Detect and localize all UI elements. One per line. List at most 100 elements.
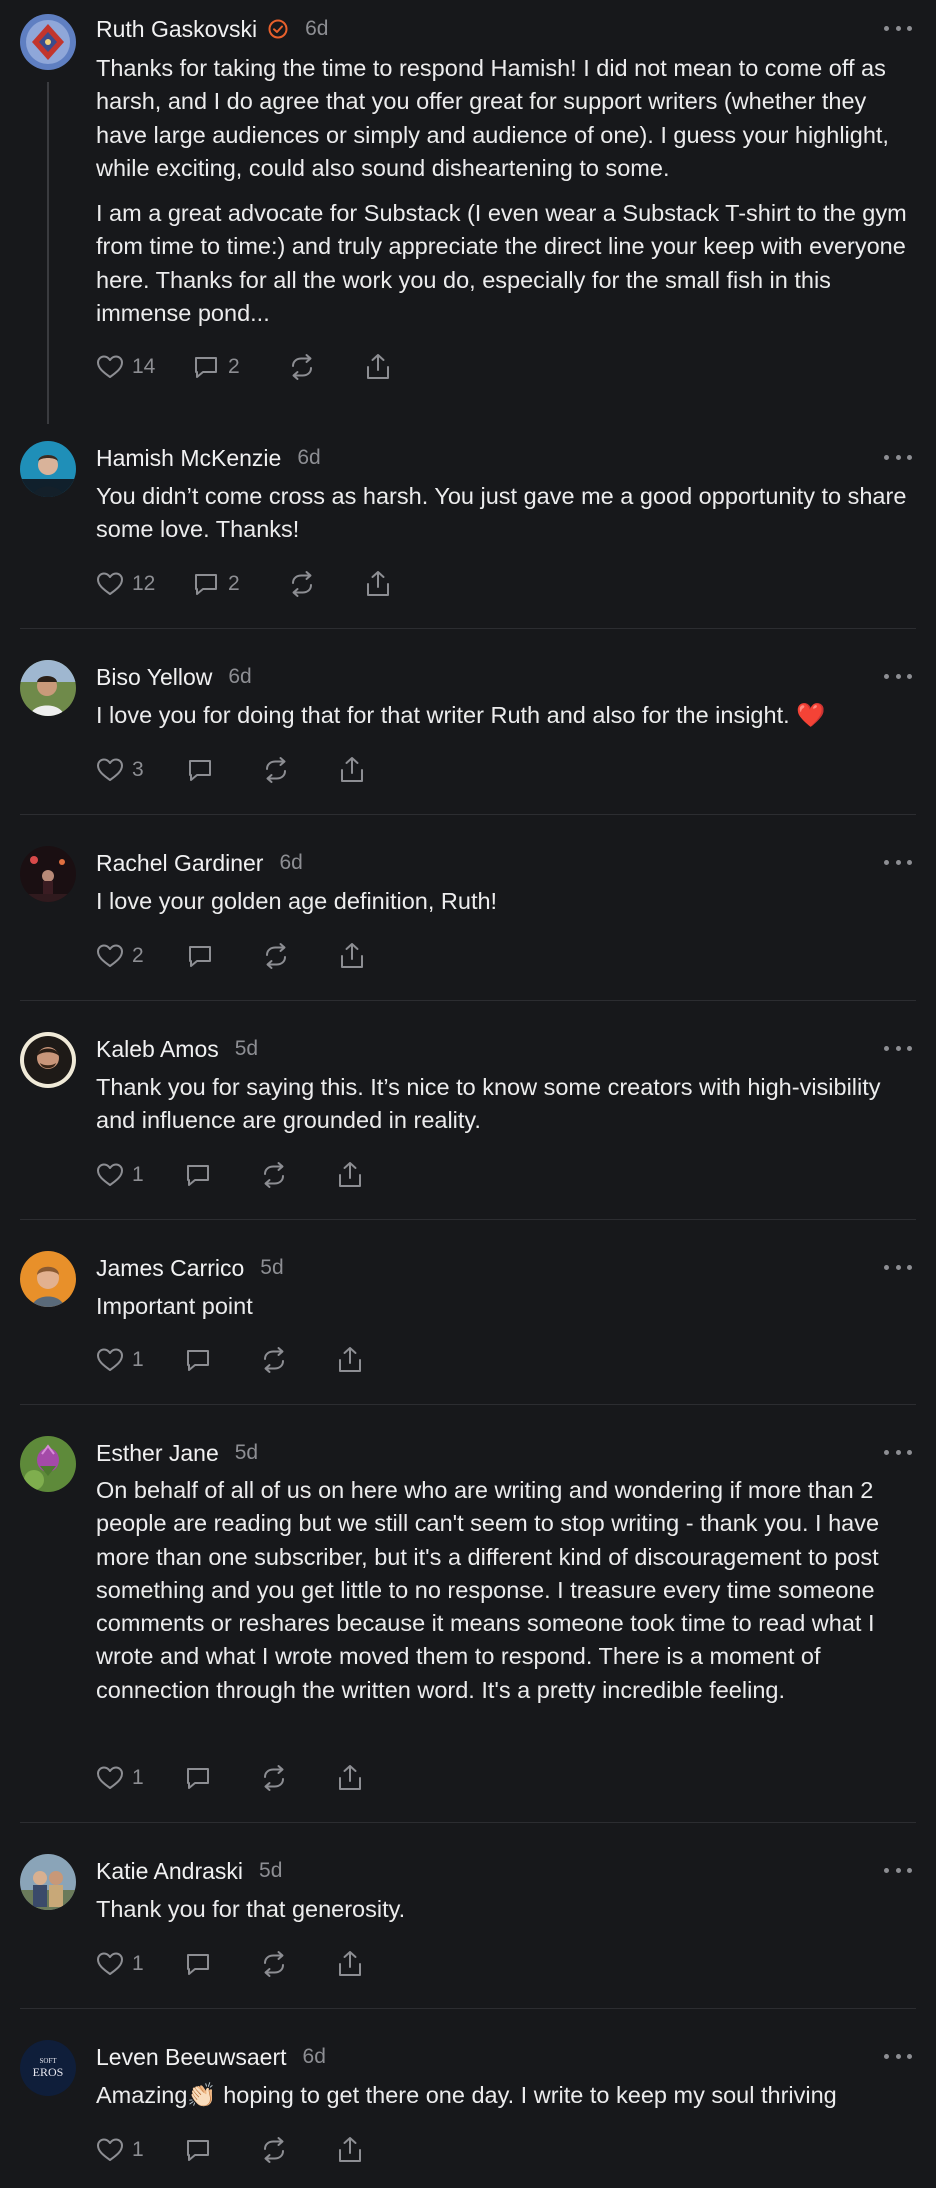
reply-button[interactable] — [184, 940, 260, 972]
restack-button[interactable] — [258, 1762, 334, 1794]
more-options-button[interactable] — [884, 852, 912, 872]
soft-eros-logo-icon: SOFT EROS — [20, 2040, 76, 2096]
like-button[interactable]: 12 — [94, 568, 190, 600]
timestamp[interactable]: 6d — [279, 851, 302, 875]
comment-body: You didn’t come cross as harsh. You just… — [96, 480, 916, 547]
like-button[interactable]: 1 — [94, 1762, 182, 1794]
comment-bubble-icon — [187, 1954, 209, 1975]
reply-button[interactable] — [182, 1762, 258, 1794]
author-name[interactable]: Katie Andraski — [96, 1858, 243, 1885]
author-name[interactable]: Biso Yellow — [96, 664, 212, 691]
avatar[interactable] — [20, 660, 76, 716]
like-button[interactable]: 1 — [94, 1344, 182, 1376]
like-button[interactable]: 14 — [94, 351, 190, 383]
verified-badge-icon — [268, 19, 288, 39]
timestamp[interactable]: 5d — [235, 1037, 258, 1061]
timestamp[interactable]: 6d — [297, 446, 320, 470]
timestamp[interactable]: 5d — [260, 1256, 283, 1280]
comment-paragraph: You didn’t come cross as harsh. You just… — [96, 483, 907, 543]
like-button[interactable]: 1 — [94, 2134, 182, 2166]
avatar[interactable] — [20, 1032, 76, 1088]
comment-body: I love your golden age definition, Ruth! — [96, 885, 916, 918]
restack-button[interactable] — [258, 1948, 334, 1980]
divider — [20, 628, 916, 629]
comment-paragraph: On behalf of all of us on here who are w… — [96, 1477, 880, 1703]
timestamp[interactable]: 5d — [235, 1441, 258, 1465]
author-name[interactable]: Esther Jane — [96, 1440, 219, 1467]
action-bar: 14 2 — [94, 350, 394, 384]
more-options-button[interactable] — [884, 1860, 912, 1880]
share-button[interactable] — [334, 2134, 366, 2166]
reply-button[interactable] — [182, 2134, 258, 2166]
avatar[interactable] — [20, 1251, 76, 1307]
author-name[interactable]: Kaleb Amos — [96, 1036, 219, 1063]
share-button[interactable] — [336, 754, 368, 786]
author-name[interactable]: James Carrico — [96, 1255, 244, 1282]
more-options-button[interactable] — [884, 18, 912, 38]
share-icon — [339, 1951, 361, 1976]
action-bar: 3 — [94, 753, 368, 787]
restack-button[interactable] — [258, 1159, 334, 1191]
author-name[interactable]: Leven Beeuwsaert — [96, 2044, 287, 2071]
divider — [20, 814, 916, 815]
reply-button[interactable] — [184, 754, 260, 786]
restack-icon — [264, 1347, 284, 1373]
comment-paragraph: I am a great advocate for Substack (I ev… — [96, 200, 907, 327]
more-options-button[interactable] — [884, 1038, 912, 1058]
avatar[interactable] — [20, 14, 76, 70]
restack-button[interactable] — [258, 1344, 334, 1376]
author-name[interactable]: Ruth Gaskovski — [96, 16, 257, 43]
like-count: 1 — [132, 2138, 144, 2161]
comment-body: Thanks for taking the time to respond Ha… — [96, 52, 916, 330]
like-button[interactable]: 1 — [94, 1159, 182, 1191]
divider — [20, 1000, 916, 1001]
more-options-button[interactable] — [884, 447, 912, 467]
comment-paragraph: Thank you for saying this. It’s nice to … — [96, 1074, 881, 1134]
share-button[interactable] — [362, 351, 394, 383]
reply-button[interactable]: 2 — [190, 351, 286, 383]
reply-button[interactable] — [182, 1948, 258, 1980]
avatar[interactable]: SOFT EROS — [20, 2040, 76, 2096]
action-bar: 1 — [94, 1947, 366, 1981]
restack-button[interactable] — [286, 568, 362, 600]
more-options-button[interactable] — [884, 1442, 912, 1462]
author-name[interactable]: Hamish McKenzie — [96, 445, 281, 472]
share-button[interactable] — [362, 568, 394, 600]
timestamp[interactable]: 6d — [305, 17, 328, 41]
like-button[interactable]: 2 — [94, 940, 184, 972]
timestamp[interactable]: 5d — [259, 1859, 282, 1883]
like-button[interactable]: 3 — [94, 754, 184, 786]
share-button[interactable] — [334, 1762, 366, 1794]
share-button[interactable] — [334, 1948, 366, 1980]
heart-icon — [97, 1766, 123, 1789]
reply-button[interactable] — [182, 1159, 258, 1191]
avatar[interactable] — [20, 441, 76, 497]
share-button[interactable] — [334, 1344, 366, 1376]
author-name[interactable]: Rachel Gardiner — [96, 850, 263, 877]
like-count: 1 — [132, 1766, 144, 1789]
avatar[interactable] — [20, 846, 76, 902]
reply-button[interactable]: 2 — [190, 568, 286, 600]
restack-button[interactable] — [258, 2134, 334, 2166]
more-options-button[interactable] — [884, 1257, 912, 1277]
timestamp[interactable]: 6d — [303, 2045, 326, 2069]
restack-button[interactable] — [260, 754, 336, 786]
share-button[interactable] — [334, 1159, 366, 1191]
reply-button[interactable] — [182, 1344, 258, 1376]
avatar[interactable] — [20, 1854, 76, 1910]
comment-body: Important point — [96, 1290, 916, 1323]
share-button[interactable] — [336, 940, 368, 972]
like-button[interactable]: 1 — [94, 1948, 182, 1980]
avatar[interactable] — [20, 1436, 76, 1492]
comment-bubble-icon — [189, 760, 211, 781]
more-options-button[interactable] — [884, 666, 912, 686]
more-options-button[interactable] — [884, 2046, 912, 2066]
heart-icon — [97, 355, 123, 378]
restack-button[interactable] — [286, 351, 362, 383]
share-icon — [339, 2137, 361, 2162]
person-avatar-icon — [20, 1032, 76, 1088]
restack-button[interactable] — [260, 940, 336, 972]
logo-text-top: SOFT — [39, 2057, 57, 2065]
action-bar: 1 — [94, 1343, 366, 1377]
timestamp[interactable]: 6d — [228, 665, 251, 689]
